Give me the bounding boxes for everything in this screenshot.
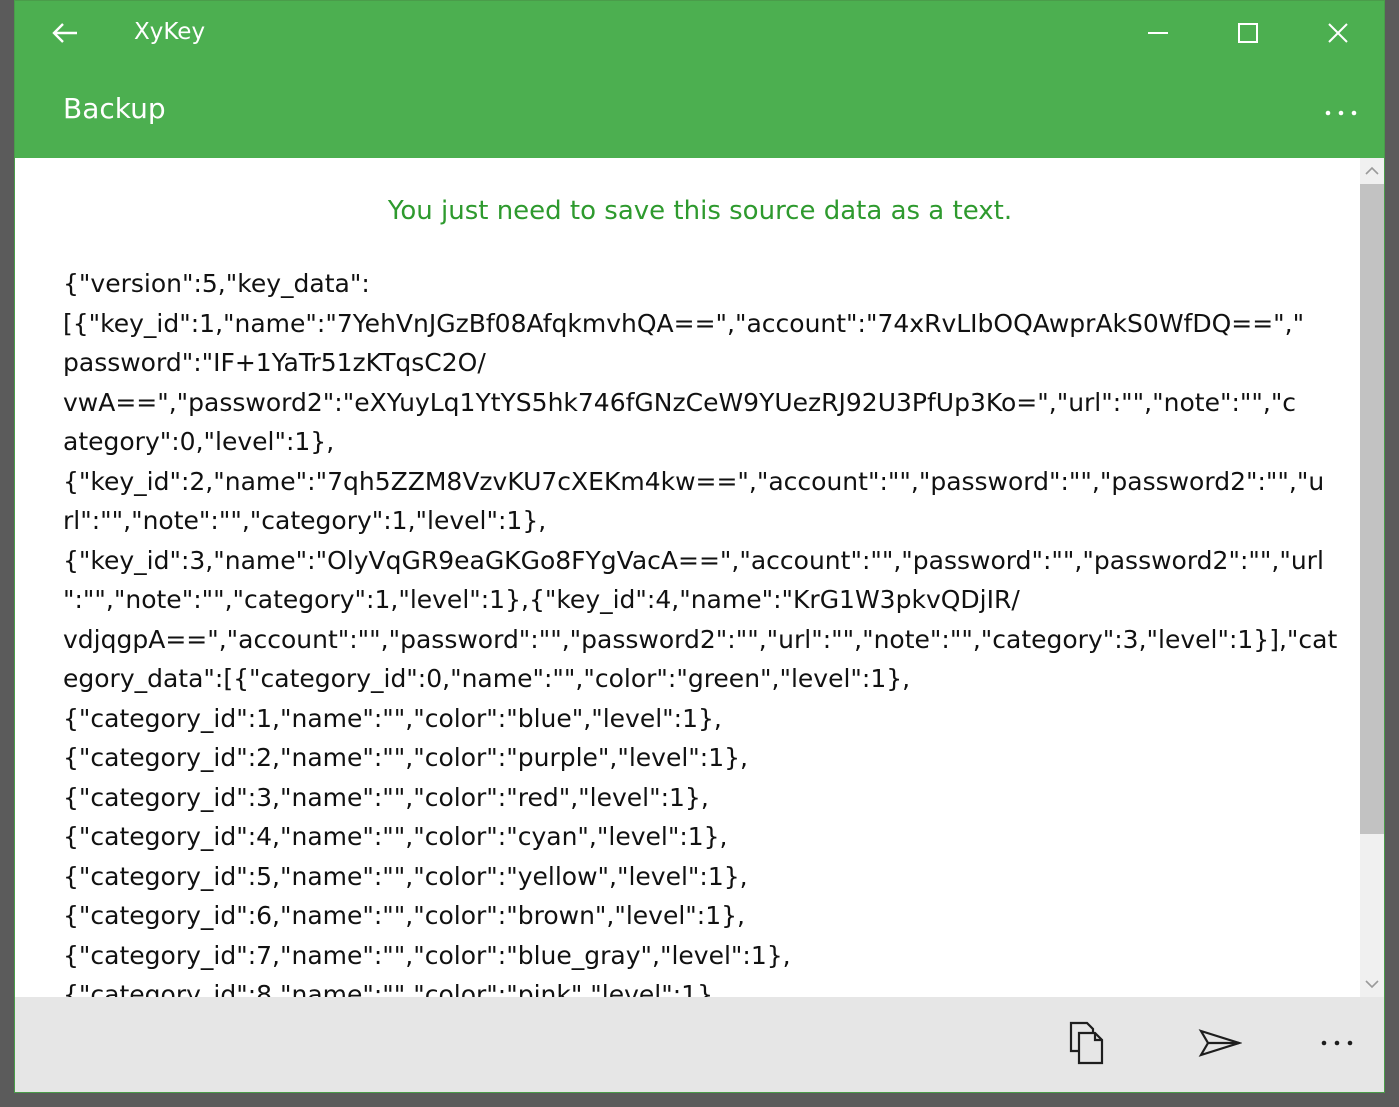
- send-button[interactable]: [1190, 1017, 1250, 1069]
- backup-hint: You just need to save this source data a…: [387, 196, 1013, 226]
- app-window: XyKey Backup You just need to save this …: [14, 0, 1385, 1093]
- send-icon: [1198, 1029, 1242, 1057]
- chevron-down-icon: [1365, 980, 1379, 989]
- chevron-up-icon: [1365, 166, 1379, 175]
- window-title: XyKey: [134, 19, 206, 45]
- maximize-icon: [1238, 23, 1258, 43]
- app-bar: Backup: [15, 65, 1384, 158]
- backup-content: You just need to save this source data a…: [15, 158, 1360, 997]
- maximize-button[interactable]: [1225, 11, 1271, 55]
- close-icon: [1328, 23, 1348, 43]
- appbar-more-button[interactable]: [1316, 95, 1366, 131]
- minimize-icon: [1148, 32, 1168, 34]
- scroll-down-button[interactable]: [1360, 973, 1384, 995]
- scroll-up-button[interactable]: [1360, 160, 1384, 182]
- source-data-text[interactable]: {"version":5,"key_data": [{"key_id":1,"n…: [63, 264, 1343, 997]
- close-button[interactable]: [1315, 11, 1361, 55]
- minimize-button[interactable]: [1135, 11, 1181, 55]
- back-arrow-icon: [52, 23, 77, 43]
- page-title: Backup: [63, 92, 166, 125]
- vertical-scrollbar[interactable]: [1360, 158, 1384, 997]
- title-bar: XyKey: [15, 1, 1384, 65]
- copy-icon: [1069, 1021, 1104, 1065]
- command-more-button[interactable]: [1307, 1017, 1367, 1069]
- copy-button[interactable]: [1057, 1017, 1117, 1069]
- scroll-thumb[interactable]: [1360, 184, 1384, 834]
- more-dots-icon: [1325, 110, 1357, 116]
- more-dots-icon: [1321, 1040, 1353, 1046]
- command-bar: [15, 997, 1384, 1092]
- back-button[interactable]: [47, 15, 83, 51]
